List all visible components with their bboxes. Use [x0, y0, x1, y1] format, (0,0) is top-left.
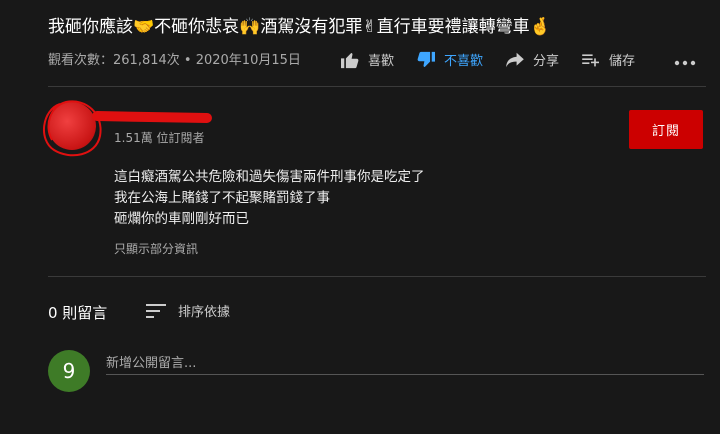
more-dots-icon — [674, 60, 696, 66]
dislike-label: 不喜歡 — [444, 54, 484, 69]
share-button[interactable]: 分享 — [505, 50, 559, 69]
channel-name-redaction — [91, 110, 213, 124]
video-meta: 觀看次數：261,814次 • 2020年10月15日 — [48, 49, 301, 68]
action-bar: 喜歡 不喜歡 分享 儲存 — [340, 50, 657, 69]
more-actions-button[interactable] — [674, 52, 696, 71]
description-line: 我在公海上賭錢了不起聚賭罰錢了事 — [114, 190, 330, 206]
playlist-add-icon — [582, 53, 600, 66]
share-arrow-icon — [506, 52, 524, 67]
description-divider — [48, 276, 706, 277]
description-line: 砸爛你的車剛剛好而已 — [114, 211, 249, 227]
user-avatar[interactable]: 9 — [48, 350, 90, 392]
sort-lines-icon — [146, 303, 166, 318]
video-title: 我砸你應該🤝不砸你悲哀🙌酒駕沒有犯罪✌直行車要禮讓轉彎車🤞 — [48, 17, 551, 37]
subscribe-button[interactable]: 訂閱 — [629, 110, 703, 149]
redaction-scribble — [42, 100, 102, 157]
thumbs-down-icon — [417, 51, 436, 67]
save-label: 儲存 — [609, 54, 636, 69]
share-label: 分享 — [533, 54, 560, 69]
meta-separator: • — [183, 53, 192, 68]
show-less-link[interactable]: 只顯示部分資訊 — [114, 240, 198, 257]
like-label: 喜歡 — [368, 54, 395, 69]
view-count: 觀看次數：261,814次 — [48, 53, 180, 68]
comment-count: 0 則留言 — [48, 304, 108, 322]
like-button[interactable]: 喜歡 — [340, 50, 394, 69]
subscriber-count: 1.51萬 位訂閱者 — [114, 131, 205, 145]
description-line: 這白癡酒駕公共危險和過失傷害兩件刑事你是吃定了 — [114, 169, 425, 185]
sort-by-button[interactable]: 排序依據 — [146, 301, 230, 320]
comment-input[interactable] — [106, 352, 704, 375]
sort-label: 排序依據 — [178, 305, 231, 320]
save-button[interactable]: 儲存 — [581, 50, 635, 69]
publish-date: 2020年10月15日 — [195, 53, 301, 68]
dislike-button[interactable]: 不喜歡 — [416, 50, 483, 69]
video-description: 這白癡酒駕公共危險和過失傷害兩件刑事你是吃定了 我在公海上賭錢了不起聚賭罰錢了事… — [114, 167, 425, 230]
top-divider — [48, 86, 706, 87]
thumbs-up-icon — [341, 52, 359, 68]
